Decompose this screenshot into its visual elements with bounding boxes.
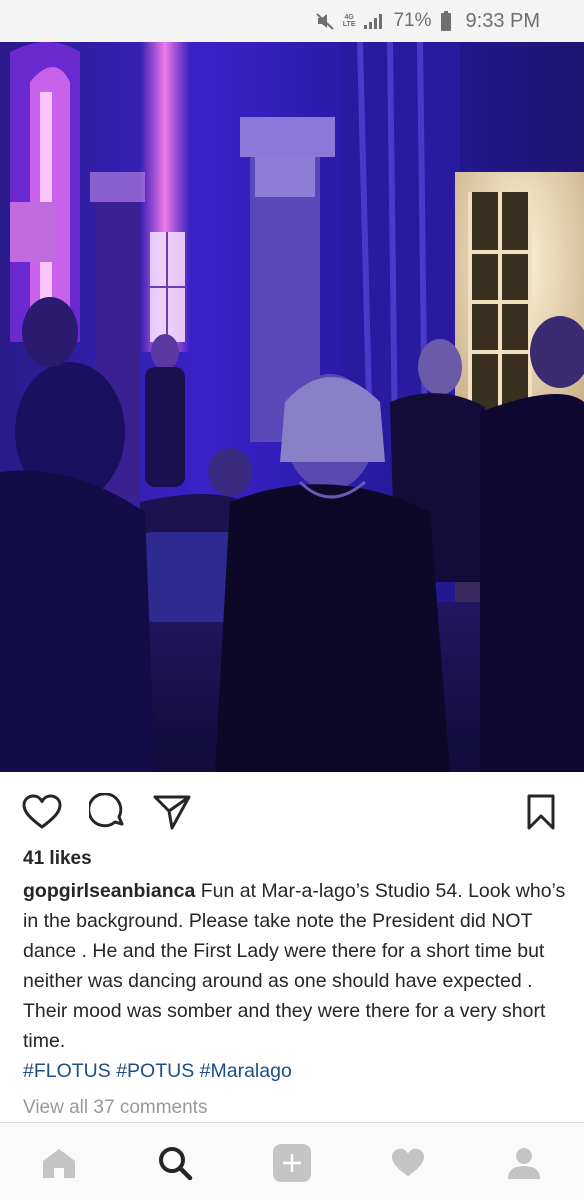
share-icon xyxy=(153,795,191,830)
network-icon: 4G LTE xyxy=(343,14,356,28)
hashtag-maralago[interactable]: #Maralago xyxy=(200,1060,292,1082)
mute-icon xyxy=(315,11,335,31)
hashtag-potus[interactable]: #POTUS xyxy=(116,1060,194,1082)
network-label-top: 4G xyxy=(344,14,354,21)
status-time: 9:33 PM xyxy=(465,9,540,32)
hashtag-flotus[interactable]: #FLOTUS xyxy=(23,1060,111,1082)
party-photo xyxy=(0,42,584,772)
battery-percent: 71% xyxy=(393,10,432,31)
like-button[interactable] xyxy=(20,790,64,834)
home-icon xyxy=(43,1149,75,1178)
bottom-nav xyxy=(0,1122,584,1200)
comment-icon xyxy=(89,793,124,828)
battery-icon xyxy=(440,11,452,31)
caption-text: Fun at Mar-a-lago’s Studio 54. Look who’… xyxy=(23,880,566,1052)
status-bar: 4G LTE 71% 9:33 PM xyxy=(0,0,584,42)
view-all-comments-link[interactable]: View all 37 comments xyxy=(23,1097,207,1119)
search-icon xyxy=(159,1147,193,1181)
post-actions xyxy=(0,772,584,848)
add-icon xyxy=(273,1144,311,1182)
post-photo[interactable] xyxy=(0,42,584,772)
hashtags: #FLOTUS #POTUS #Maralago xyxy=(23,1060,292,1082)
network-label-bottom: LTE xyxy=(342,21,356,28)
nav-search[interactable] xyxy=(151,1141,199,1185)
nav-activity[interactable] xyxy=(384,1141,432,1185)
post-caption: gopgirlseanbianca Fun at Mar-a-lago’s St… xyxy=(23,876,571,1086)
profile-icon xyxy=(508,1148,540,1179)
heart-icon xyxy=(22,794,62,829)
save-button[interactable] xyxy=(519,790,563,834)
likes-count[interactable]: 41 likes xyxy=(23,848,92,870)
caption-username[interactable]: gopgirlseanbianca xyxy=(23,880,195,902)
nav-home[interactable] xyxy=(35,1141,83,1185)
comment-button[interactable] xyxy=(86,790,130,834)
signal-icon xyxy=(363,12,385,30)
nav-add[interactable] xyxy=(268,1141,316,1185)
activity-icon xyxy=(392,1148,424,1177)
share-button[interactable] xyxy=(150,790,194,834)
bookmark-icon xyxy=(527,794,555,830)
nav-profile[interactable] xyxy=(500,1141,548,1185)
